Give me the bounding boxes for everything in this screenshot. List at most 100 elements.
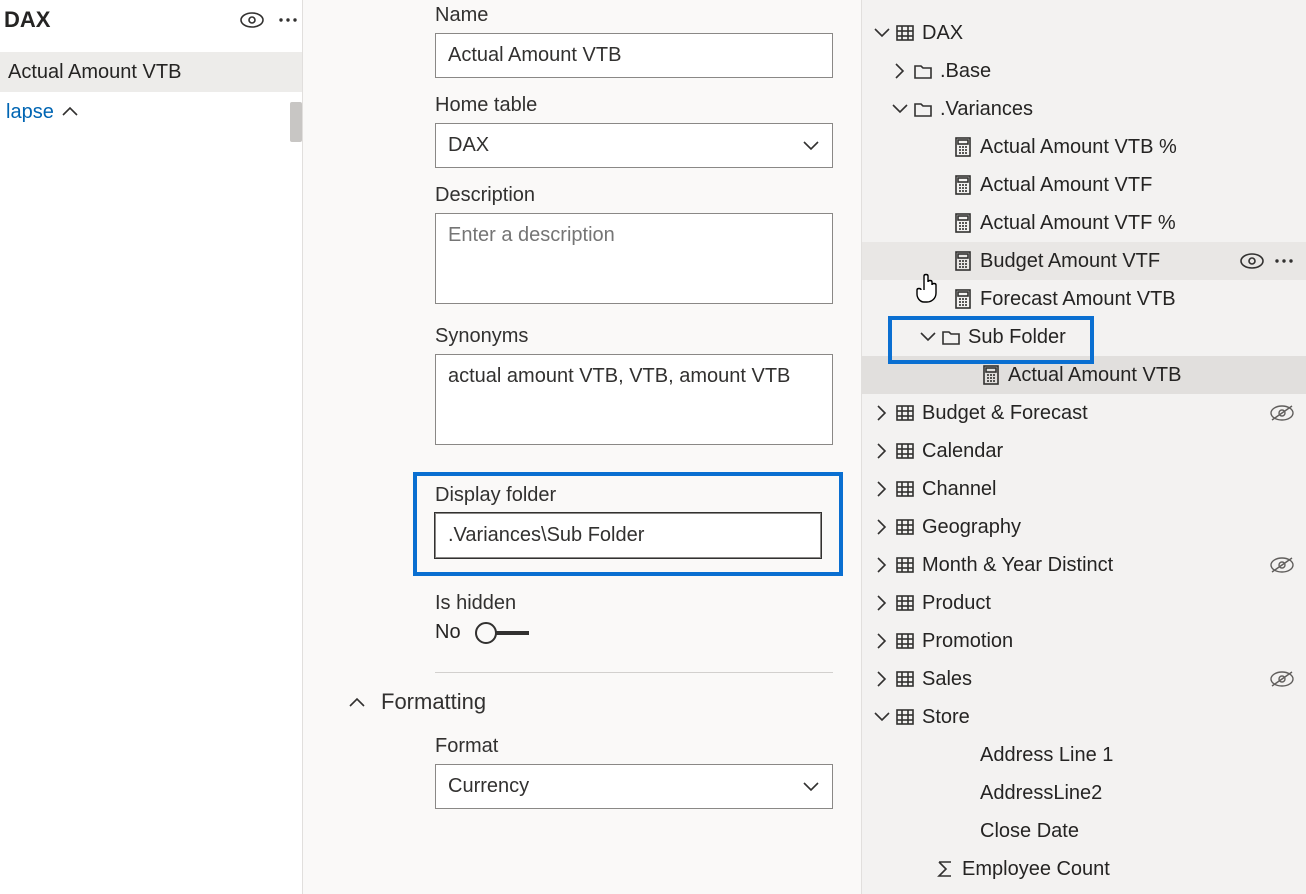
chevron-up-icon xyxy=(60,102,80,122)
format-value: Currency xyxy=(448,775,529,797)
node-label: Actual Amount VTF % xyxy=(980,212,1176,235)
table-node[interactable]: Channel xyxy=(862,470,1306,508)
home-table-value: DAX xyxy=(448,134,489,156)
hidden-icon xyxy=(1270,556,1294,574)
node-label: .Variances xyxy=(940,98,1033,121)
table-icon xyxy=(892,23,918,43)
node-label: Address Line 1 xyxy=(980,744,1113,767)
more-icon[interactable] xyxy=(1274,251,1294,271)
chevron-down-icon xyxy=(801,777,821,797)
chevron-down-icon xyxy=(872,23,892,43)
display-folder-input[interactable] xyxy=(435,513,821,558)
description-input[interactable] xyxy=(435,213,833,304)
node-label: Promotion xyxy=(922,630,1013,653)
calculator-icon xyxy=(978,365,1004,385)
folder-icon xyxy=(910,99,936,119)
column-node[interactable]: AddressLine2 xyxy=(862,774,1306,812)
node-label: Employee Count xyxy=(962,858,1110,881)
folder-node-variances[interactable]: .Variances xyxy=(862,90,1306,128)
hidden-icon xyxy=(1270,404,1294,422)
table-icon xyxy=(892,707,918,727)
column-node-employee-count[interactable]: Employee Count xyxy=(862,850,1306,888)
table-node-store[interactable]: Store xyxy=(862,698,1306,736)
is-hidden-label: Is hidden xyxy=(435,592,833,615)
home-table-select[interactable]: DAX xyxy=(435,123,833,168)
measure-node[interactable]: Actual Amount VTF xyxy=(862,166,1306,204)
name-label: Name xyxy=(435,0,833,27)
format-select[interactable]: Currency xyxy=(435,764,833,809)
table-node[interactable]: Sales xyxy=(862,660,1306,698)
header-title: DAX xyxy=(4,7,50,33)
node-label: Sub Folder xyxy=(968,326,1066,349)
home-table-label: Home table xyxy=(435,94,833,117)
measure-node[interactable]: Actual Amount VTB % xyxy=(862,128,1306,166)
table-icon xyxy=(892,517,918,537)
folder-icon xyxy=(938,327,964,347)
is-hidden-toggle[interactable] xyxy=(477,631,529,635)
more-options-icon[interactable] xyxy=(278,10,298,30)
table-node[interactable]: Geography xyxy=(862,508,1306,546)
node-label: Actual Amount VTB xyxy=(1008,364,1181,387)
table-node[interactable]: Product xyxy=(862,584,1306,622)
scrollbar-thumb[interactable] xyxy=(290,102,302,142)
node-label: Channel xyxy=(922,478,997,501)
chevron-down-icon xyxy=(890,99,910,119)
table-node[interactable]: Month & Year Distinct xyxy=(862,546,1306,584)
calculator-icon xyxy=(950,213,976,233)
measure-item[interactable]: Actual Amount VTB xyxy=(0,52,302,92)
chevron-right-icon xyxy=(872,403,892,423)
folder-node-subfolder[interactable]: Sub Folder xyxy=(862,318,1306,356)
table-icon xyxy=(892,479,918,499)
formatting-section-header[interactable]: Formatting xyxy=(339,673,833,719)
measure-label: Actual Amount VTB xyxy=(8,61,181,84)
node-label: .Base xyxy=(940,60,991,83)
table-icon xyxy=(892,631,918,651)
measure-node[interactable]: Forecast Amount VTB xyxy=(862,280,1306,318)
table-icon xyxy=(892,669,918,689)
chevron-right-icon xyxy=(872,441,892,461)
sigma-icon xyxy=(932,859,958,879)
node-label: AddressLine2 xyxy=(980,782,1102,805)
calculator-icon xyxy=(950,137,976,157)
measure-node-selected[interactable]: Actual Amount VTB xyxy=(862,356,1306,394)
chevron-right-icon xyxy=(872,631,892,651)
display-folder-highlight: Display folder xyxy=(413,472,843,576)
chevron-right-icon xyxy=(872,517,892,537)
chevron-right-icon xyxy=(890,61,910,81)
calculator-icon xyxy=(950,251,976,271)
visibility-icon[interactable] xyxy=(1240,252,1264,270)
node-label: Geography xyxy=(922,516,1021,539)
table-node-dax[interactable]: DAX xyxy=(862,14,1306,52)
table-icon xyxy=(892,441,918,461)
chevron-right-icon xyxy=(872,555,892,575)
chevron-right-icon xyxy=(872,669,892,689)
collapse-label: lapse xyxy=(6,101,54,124)
chevron-right-icon xyxy=(872,479,892,499)
table-node[interactable]: Promotion xyxy=(862,622,1306,660)
folder-node-base[interactable]: .Base xyxy=(862,52,1306,90)
node-label: Product xyxy=(922,592,991,615)
collapse-link[interactable]: lapse xyxy=(0,92,302,132)
description-label: Description xyxy=(435,184,833,207)
table-node[interactable]: Calendar xyxy=(862,432,1306,470)
node-label: Budget Amount VTF xyxy=(980,250,1160,273)
node-label: Close Date xyxy=(980,820,1079,843)
visibility-toggle-icon[interactable] xyxy=(240,11,264,29)
display-folder-label: Display folder xyxy=(435,484,821,507)
node-label: Forecast Amount VTB xyxy=(980,288,1176,311)
hidden-icon xyxy=(1270,670,1294,688)
column-node[interactable]: Address Line 1 xyxy=(862,736,1306,774)
table-icon xyxy=(892,555,918,575)
name-input[interactable] xyxy=(435,33,833,78)
measure-node-budget-vtf[interactable]: Budget Amount VTF xyxy=(862,242,1306,280)
synonyms-input[interactable] xyxy=(435,354,833,445)
table-node[interactable]: Budget & Forecast xyxy=(862,394,1306,432)
node-label: Month & Year Distinct xyxy=(922,554,1113,577)
chevron-up-icon xyxy=(347,692,367,712)
table-icon xyxy=(892,403,918,423)
synonyms-label: Synonyms xyxy=(435,325,833,348)
folder-icon xyxy=(910,61,936,81)
measure-node[interactable]: Actual Amount VTF % xyxy=(862,204,1306,242)
column-node[interactable]: Close Date xyxy=(862,812,1306,850)
table-icon xyxy=(892,593,918,613)
